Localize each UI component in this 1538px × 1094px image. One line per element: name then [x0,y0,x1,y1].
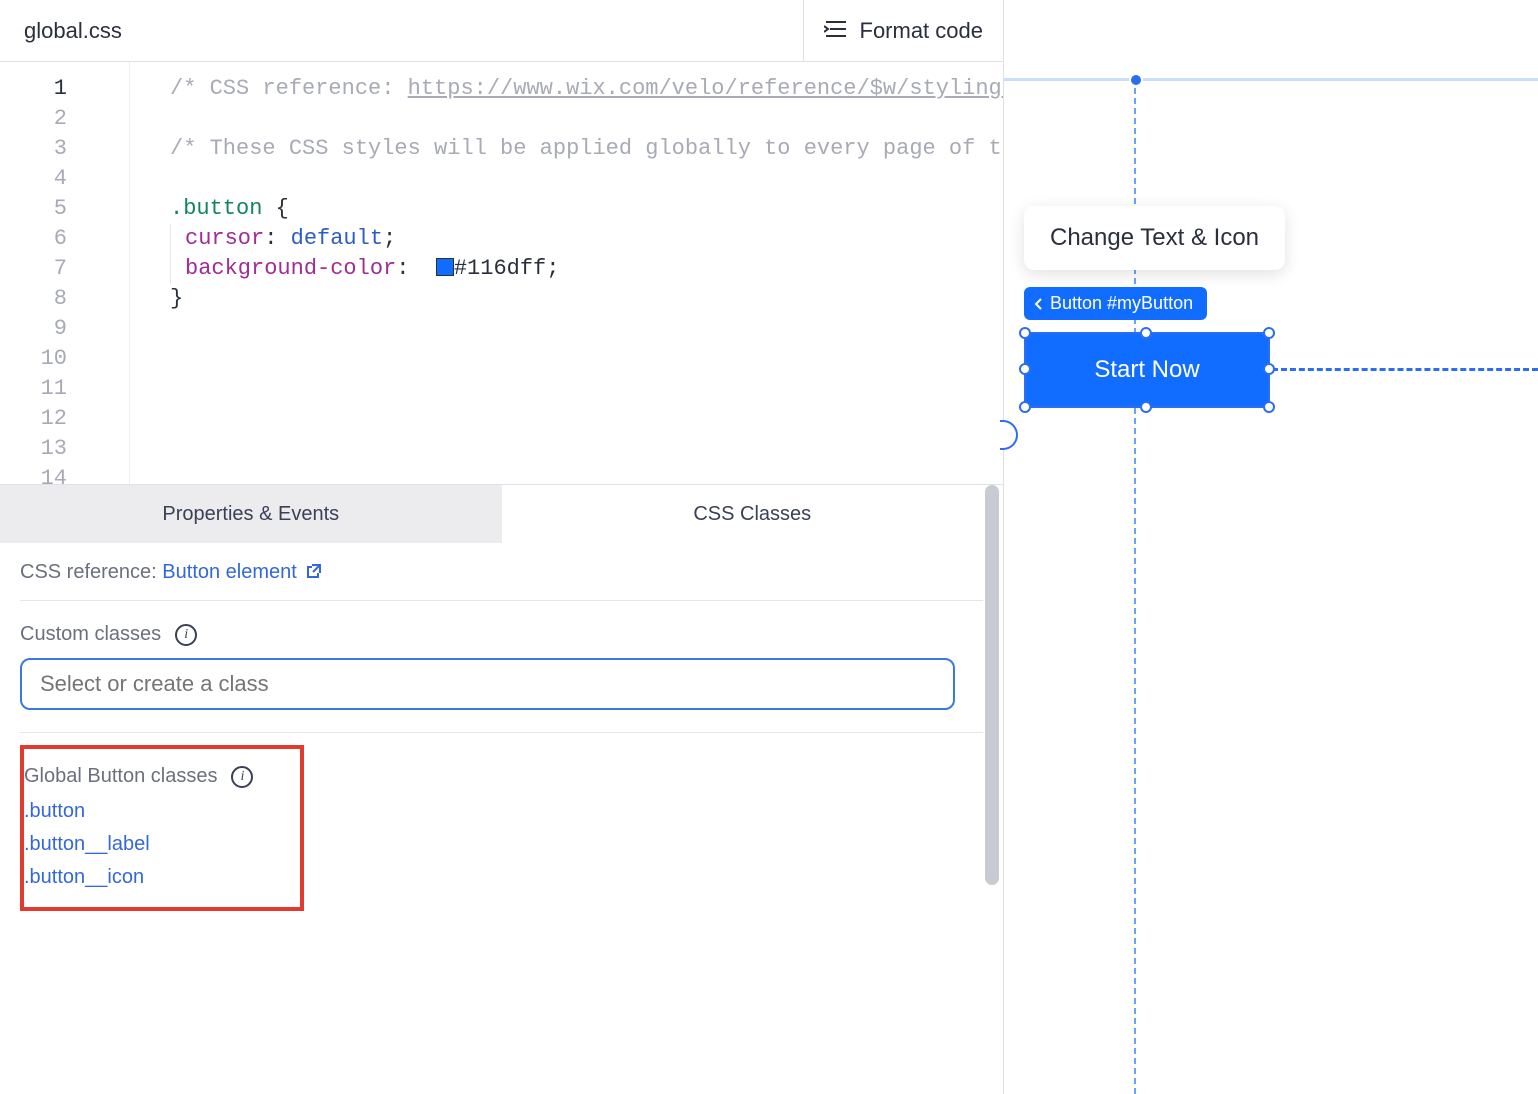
css-reference-label: CSS reference: [20,561,162,583]
info-icon[interactable]: i [175,624,197,646]
panel-tabs: Properties & Events CSS Classes [0,485,1003,543]
line-number: 9 [0,314,67,344]
css-reference-row: CSS reference: Button element [20,561,983,601]
button-text: Start Now [1094,356,1199,384]
line-number: 12 [0,404,67,434]
code-link[interactable]: https://www.wix.com/velo/reference/$w/st… [408,76,1003,101]
global-class-link[interactable]: .button__label [24,833,284,856]
guide-line [1272,368,1538,371]
line-number: 1 [0,74,67,104]
code-value: default [291,226,383,251]
code-hex: #116dff [454,256,546,281]
line-number: 11 [0,374,67,404]
line-number: 5 [0,194,67,224]
code-editor[interactable]: 1 2 3 4 5 6 7 8 9 10 11 12 13 14 /* CSS … [0,62,1003,484]
ruler-horizontal [1004,78,1538,81]
resize-handle[interactable] [1263,327,1275,339]
edge-control[interactable] [1000,420,1018,450]
popover-label: Change Text & Icon [1050,224,1259,251]
global-classes-section: Global Button classes i .button .button_… [20,745,304,911]
selection-breadcrumb[interactable]: Button #myButton [1024,287,1207,320]
global-class-link[interactable]: .button__icon [24,866,284,889]
line-number: 3 [0,134,67,164]
color-swatch[interactable] [436,258,454,276]
resize-handle[interactable] [1263,401,1275,413]
filename-label: global.css [0,18,122,44]
code-comment: /* CSS reference: [170,76,408,101]
chevron-left-icon [1034,297,1044,311]
format-code-label: Format code [860,18,984,44]
bottom-panel: Properties & Events CSS Classes CSS refe… [0,484,1003,1094]
resize-handle[interactable] [1140,327,1152,339]
tab-properties-events[interactable]: Properties & Events [0,485,502,543]
line-gutter: 1 2 3 4 5 6 7 8 9 10 11 12 13 14 [0,62,130,484]
code-content[interactable]: /* CSS reference: https://www.wix.com/ve… [130,62,1003,484]
ruler-handle[interactable] [1129,73,1143,87]
resize-handle[interactable] [1019,363,1031,375]
line-number: 4 [0,164,67,194]
resize-handle[interactable] [1019,327,1031,339]
line-number: 13 [0,434,67,464]
line-number: 14 [0,464,67,484]
code-brace: { [262,196,288,221]
global-classes-label: Global Button classes [24,765,217,788]
custom-classes-label: Custom classes [20,623,161,646]
resize-handle[interactable] [1263,363,1275,375]
code-comment: /* These CSS styles will be applied glob… [170,136,1003,161]
change-text-icon-popover[interactable]: Change Text & Icon [1024,206,1285,270]
tab-css-classes[interactable]: CSS Classes [502,485,1004,543]
editor-header: global.css Format code [0,0,1003,62]
breadcrumb-label: Button #myButton [1050,293,1193,314]
line-number: 2 [0,104,67,134]
panel-scrollbar[interactable] [985,485,999,885]
resize-handle[interactable] [1019,401,1031,413]
code-property: background-color [185,256,396,281]
global-class-link[interactable]: .button [24,800,284,823]
line-number: 6 [0,224,67,254]
code-brace: } [170,286,183,311]
code-property: cursor [185,226,264,251]
preview-canvas[interactable]: Change Text & Icon Button #myButton Star… [1004,0,1538,1094]
line-number: 10 [0,344,67,374]
format-code-button[interactable]: Format code [803,0,1004,62]
format-icon [824,18,848,44]
css-reference-link[interactable]: Button element [162,561,322,583]
line-number: 7 [0,254,67,284]
line-number: 8 [0,284,67,314]
external-link-icon [306,563,322,579]
selected-button-element[interactable]: Start Now [1024,332,1270,408]
custom-class-input[interactable] [20,658,955,710]
code-selector: .button [170,196,262,221]
resize-handle[interactable] [1140,401,1152,413]
info-icon[interactable]: i [231,766,253,788]
